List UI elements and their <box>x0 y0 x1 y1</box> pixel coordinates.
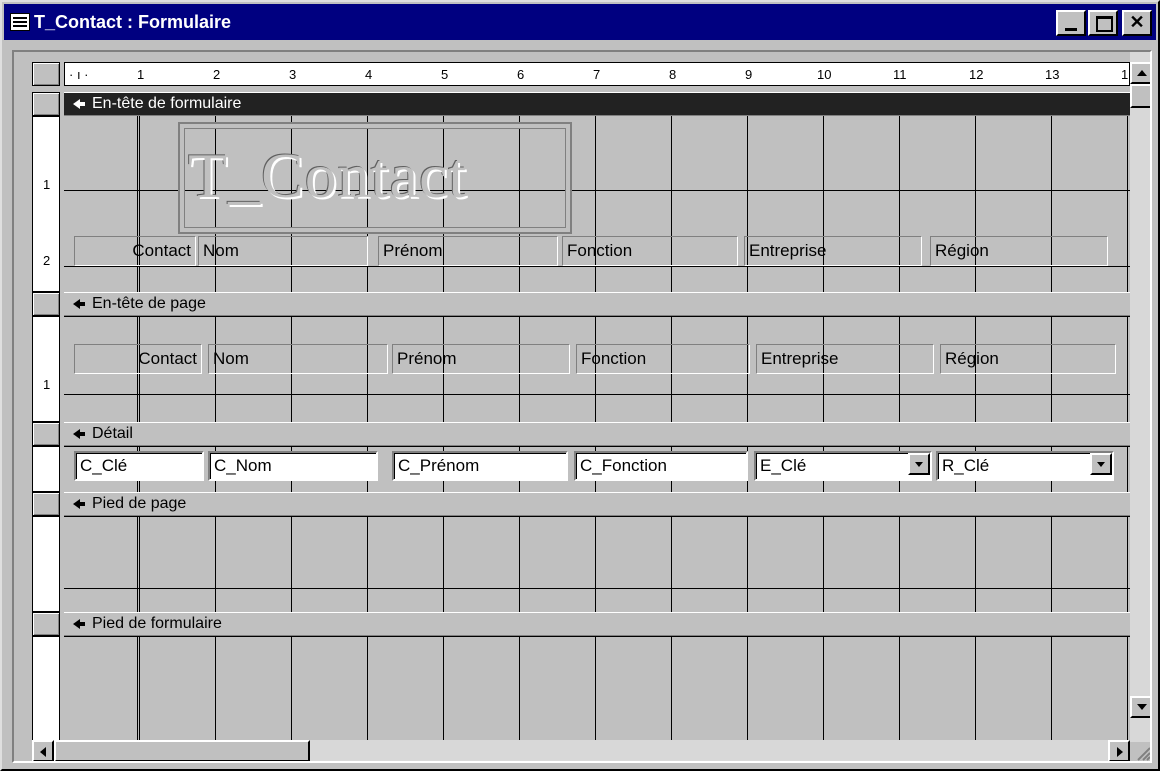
section-bar-detail[interactable]: Détail <box>64 422 1130 446</box>
ruler-mark: 13 <box>1045 67 1060 82</box>
ruler-mark: 1 <box>1121 67 1129 82</box>
form-title-label[interactable]: T_Contact <box>178 122 572 234</box>
combo-r-cle[interactable]: R_Clé <box>936 451 1114 481</box>
combo-value[interactable]: R_Clé <box>936 451 1114 481</box>
header-label-nom[interactable]: Nom <box>198 236 368 266</box>
window-title: T_Contact : Formulaire <box>34 12 232 32</box>
ruler-dots: · ı · <box>69 67 89 82</box>
resize-grip-icon[interactable] <box>1130 742 1150 761</box>
ruler-mark: 8 <box>669 67 677 82</box>
page-label-fonction[interactable]: Fonction <box>576 344 750 374</box>
scroll-down-icon[interactable] <box>1130 696 1150 718</box>
scroll-right-icon[interactable] <box>1108 740 1130 761</box>
grid-line <box>64 588 1130 589</box>
grid-line <box>64 266 1130 267</box>
header-label-entreprise[interactable]: Entreprise <box>744 236 922 266</box>
section-selector-page-header[interactable] <box>32 292 60 316</box>
section-page-footer[interactable] <box>64 516 1130 612</box>
section-bar-page-footer[interactable]: Pied de page <box>64 492 1130 516</box>
ruler-mark: 6 <box>517 67 525 82</box>
ruler-mark: 5 <box>441 67 449 82</box>
minimize-button[interactable] <box>1056 10 1086 36</box>
scroll-left-icon[interactable] <box>32 740 54 761</box>
section-selector-form-header[interactable] <box>32 92 60 116</box>
combo-e-cle[interactable]: E_Clé <box>754 451 932 481</box>
form-design-window: T_Contact : Formulaire ✕ · ı · 1 2 3 4 5… <box>0 0 1160 771</box>
chevron-down-icon[interactable] <box>908 453 930 475</box>
field-c-prenom[interactable]: C_Prénom <box>392 451 568 481</box>
horizontal-ruler[interactable]: · ı · 1 2 3 4 5 6 7 8 9 10 11 12 13 1 <box>64 62 1130 86</box>
section-arrow-icon <box>73 619 85 629</box>
header-label-region[interactable]: Région <box>930 236 1108 266</box>
form-design-surface[interactable]: En-tête de formulaire T_Contact Contact … <box>64 92 1130 752</box>
header-label-prenom[interactable]: Prénom <box>378 236 558 266</box>
grid-line <box>64 316 1130 317</box>
ruler-mark: 2 <box>213 67 221 82</box>
section-selector-page-footer[interactable] <box>32 492 60 516</box>
page-label-prenom[interactable]: Prénom <box>392 344 570 374</box>
section-bar-form-header[interactable]: En-tête de formulaire <box>64 92 1130 116</box>
field-c-nom[interactable]: C_Nom <box>208 451 378 481</box>
field-c-fonction[interactable]: C_Fonction <box>574 451 748 481</box>
section-label: Pied de formulaire <box>92 615 222 632</box>
section-label: En-tête de page <box>92 295 206 312</box>
section-arrow-icon <box>73 499 85 509</box>
ruler-mark: 4 <box>365 67 373 82</box>
section-label: Détail <box>92 425 133 442</box>
maximize-button[interactable] <box>1088 10 1118 36</box>
section-selector-form-footer[interactable] <box>32 612 60 636</box>
section-bar-page-header[interactable]: En-tête de page <box>64 292 1130 316</box>
ruler-mark: 7 <box>593 67 601 82</box>
close-icon: ✕ <box>1129 12 1145 32</box>
form-selector[interactable] <box>32 62 60 86</box>
page-label-nom[interactable]: Nom <box>208 344 388 374</box>
field-c-cle[interactable]: C_Clé <box>74 451 204 481</box>
scroll-up-icon[interactable] <box>1130 62 1150 84</box>
ruler-mark: 10 <box>817 67 832 82</box>
section-label: Pied de page <box>92 495 187 512</box>
form-icon[interactable] <box>10 13 30 31</box>
grid-line <box>64 394 1130 395</box>
page-label-contact[interactable]: Contact <box>74 344 202 374</box>
page-label-region[interactable]: Région <box>940 344 1116 374</box>
title-bar[interactable]: T_Contact : Formulaire ✕ <box>4 4 1156 40</box>
ruler-mark: 1 <box>137 67 145 82</box>
ruler-form-header[interactable]: 1 2 <box>32 116 60 292</box>
close-button[interactable]: ✕ <box>1122 10 1152 36</box>
header-label-contact[interactable]: Contact <box>74 236 196 266</box>
ruler-page-footer[interactable] <box>32 516 60 612</box>
horizontal-scrollbar[interactable] <box>32 740 1130 761</box>
vertical-scrollbar[interactable] <box>1130 52 1150 742</box>
grid-line <box>64 446 1130 447</box>
vertical-ruler: 1 2 1 <box>32 92 60 752</box>
page-label-entreprise[interactable]: Entreprise <box>756 344 934 374</box>
chevron-down-icon[interactable] <box>1090 453 1112 475</box>
grid-line <box>64 636 1130 637</box>
header-label-fonction[interactable]: Fonction <box>562 236 738 266</box>
horizontal-scroll-thumb[interactable] <box>54 740 310 761</box>
grid-line <box>64 516 1130 517</box>
ruler-mark: 12 <box>969 67 984 82</box>
section-bar-form-footer[interactable]: Pied de formulaire <box>64 612 1130 636</box>
ruler-page-header[interactable]: 1 <box>32 316 60 422</box>
ruler-mark: 11 <box>893 67 907 82</box>
section-arrow-icon <box>73 299 85 309</box>
grip-lines <box>1137 747 1150 761</box>
section-label: En-tête de formulaire <box>92 95 242 112</box>
section-arrow-icon <box>73 429 85 439</box>
vertical-scroll-thumb[interactable] <box>1130 84 1150 108</box>
ruler-detail[interactable] <box>32 446 60 492</box>
ruler-mark: 9 <box>745 67 753 82</box>
section-form-footer[interactable] <box>64 636 1130 752</box>
combo-value[interactable]: E_Clé <box>754 451 932 481</box>
ruler-mark: 3 <box>289 67 297 82</box>
section-selector-detail[interactable] <box>32 422 60 446</box>
section-arrow-icon <box>73 99 85 109</box>
ruler-form-footer[interactable] <box>32 636 60 752</box>
design-area: · ı · 1 2 3 4 5 6 7 8 9 10 11 12 13 1 1 … <box>12 50 1152 763</box>
